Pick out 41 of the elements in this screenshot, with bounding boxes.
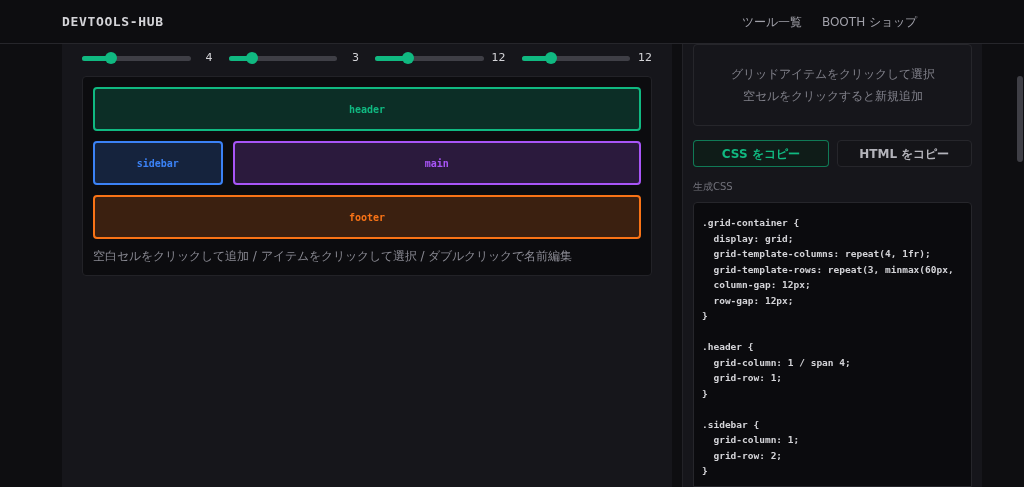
slider-thumb[interactable] — [401, 51, 414, 64]
code-line: grid-row: 1; — [712, 371, 784, 385]
code-line: display: grid; — [712, 231, 795, 246]
code-line: grid-template-columns: repeat(4, 1fr); — [712, 247, 932, 261]
nav-link[interactable]: ツール一覧 — [741, 12, 802, 31]
code-line: } — [702, 386, 709, 401]
grid-item[interactable]: sidebar — [93, 141, 223, 185]
slider-value: 12 — [491, 49, 506, 66]
hint-text: グリッドアイテムをクリックして選択 — [730, 66, 935, 83]
copy-button[interactable]: HTML をコピー — [836, 140, 972, 167]
site-logo[interactable]: DEVTOOLS-HUB — [62, 11, 164, 32]
grid-item[interactable]: footer — [93, 195, 641, 239]
code-line: grid-column: 1 / span 4; — [712, 355, 852, 370]
code-line: row-gap: 12px; — [712, 293, 795, 308]
grid-item[interactable]: header — [93, 87, 641, 131]
code-line: .sidebar { — [702, 417, 761, 432]
slider-value: 12 — [638, 49, 652, 66]
scrollbar-thumb[interactable] — [1017, 76, 1023, 162]
slider-thumb[interactable] — [105, 51, 118, 64]
slider-track[interactable] — [521, 55, 630, 61]
hint-text: 空セルをクリックすると新規追加 — [742, 88, 923, 105]
slider-track[interactable] — [82, 55, 191, 61]
code-line: grid-column: 1; — [712, 433, 801, 447]
code-line: grid-row: 2; — [712, 448, 784, 463]
slider-thumb[interactable] — [544, 51, 557, 64]
code-line: .grid-container { — [702, 216, 801, 230]
slider-thumb[interactable] — [246, 51, 259, 64]
slider-track[interactable] — [228, 55, 337, 61]
slider-track[interactable] — [375, 55, 484, 61]
grid-hint: 空白セルをクリックして追加 / アイテムをクリックして選択 / ダブルクリックで名前編集 — [93, 248, 574, 265]
slider-value: 3 — [351, 49, 359, 66]
code-line: } — [702, 309, 709, 323]
slider-value: 4 — [204, 49, 213, 66]
code-line: column-gap: 12px; — [712, 278, 812, 292]
grid-item[interactable]: main — [232, 141, 641, 185]
copy-button[interactable]: CSS をコピー — [693, 140, 829, 167]
code-line: grid-template-rows: repeat(3, minmax(60px, — [712, 262, 955, 277]
nav-link[interactable]: BOOTH ショップ — [821, 12, 917, 31]
code-label: 生成CSS — [693, 180, 734, 194]
code-line: .header { — [702, 340, 755, 354]
code-line: } — [702, 464, 709, 478]
